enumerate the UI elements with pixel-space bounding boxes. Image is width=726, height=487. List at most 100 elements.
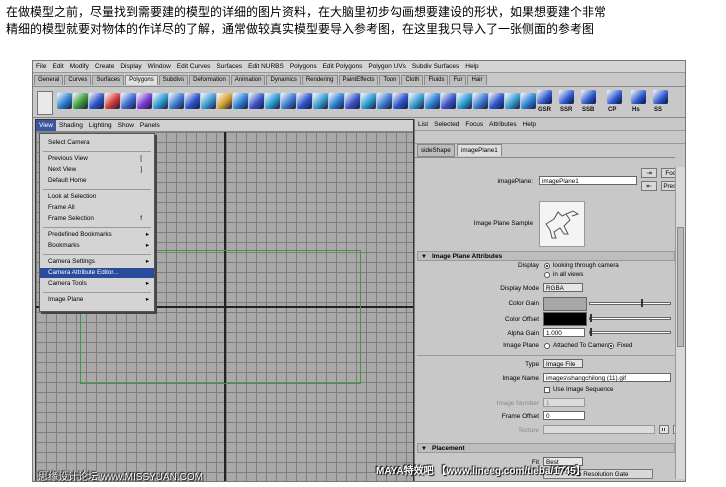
shelf-tool-icon[interactable] [297,93,312,109]
shelf-hs-icon[interactable] [631,90,646,104]
shelf-tab-animation[interactable]: Animation [230,75,266,85]
viewport-menu-lighting[interactable]: Lighting [86,120,115,131]
ae-menu-attributes[interactable]: Attributes [486,119,519,130]
shelf-menu-icon[interactable] [37,91,53,115]
shelf-tool-icon[interactable] [73,93,88,109]
section-placement[interactable]: ▼ Placement [417,443,675,453]
view-menu-item[interactable]: Camera Tools ▸ [40,279,154,289]
shelf-tool-icon[interactable] [521,93,536,109]
menu-subdiv-surfaces[interactable]: Subdiv Surfaces [409,61,462,72]
view-menu-item[interactable]: Frame All [40,203,154,213]
menu-surfaces[interactable]: Surfaces [213,61,245,72]
shelf-tool-icon[interactable] [345,93,360,109]
shelf-tab-fluids[interactable]: Fluids [424,75,449,85]
view-menu-item[interactable]: Next View] [40,165,154,175]
shelf-cp-icon[interactable] [607,90,622,104]
fixed-radio[interactable] [608,343,614,349]
menu-window[interactable]: Window [145,61,174,72]
section-image-plane-attributes[interactable]: ▼ Image Plane Attributes [417,251,675,261]
image-name-field[interactable]: images\shangchilong (11).gif [543,373,671,382]
menu-polygon-uvs[interactable]: Polygon UVs [365,61,409,72]
viewport-menu-shading[interactable]: Shading [56,120,86,131]
shelf-tool-icon[interactable] [313,93,328,109]
view-menu-item[interactable]: Predefined Bookmarks ▸ [40,230,154,240]
alpha-gain-slider[interactable] [589,331,671,334]
view-menu-item[interactable]: Look at Selection [40,192,154,202]
shelf-tab-surfaces[interactable]: Surfaces [92,75,125,85]
ae-menu-list[interactable]: List [415,119,431,130]
ae-scrollbar[interactable] [675,167,685,479]
color-offset-slider[interactable] [589,317,671,320]
shelf-tab-rendering[interactable]: Rendering [301,75,338,85]
shelf-tab-painteffects[interactable]: PaintEffects [338,75,379,85]
shelf-tool-icon[interactable] [265,93,280,109]
view-menu-item[interactable]: Image Plane ▸ [40,295,154,305]
color-offset-knob[interactable] [590,314,592,322]
view-menu-item[interactable]: Bookmarks ▸ [40,241,154,251]
menu-polygons[interactable]: Polygons [287,61,320,72]
menu-edit-curves[interactable]: Edit Curves [174,61,214,72]
frame-offset-field[interactable]: 0 [543,411,585,420]
ae-menu-focus[interactable]: Focus [462,119,486,130]
shelf-tool-icon[interactable] [185,93,200,109]
color-gain-slider[interactable] [589,302,671,305]
view-menu-item[interactable]: Camera Settings ▸ [40,257,154,267]
display-all-views-radio[interactable] [544,272,550,278]
view-menu-item[interactable]: Previous View [ [40,154,154,164]
shelf-tool-icon[interactable] [57,93,72,109]
shelf-tool-icon[interactable] [249,93,264,109]
go-to-output-icon[interactable]: ⇤ [641,181,657,191]
shelf-tool-icon[interactable] [105,93,120,109]
shelf-tool-icon[interactable] [329,93,344,109]
shelf-tool-icon[interactable] [409,93,424,109]
ae-menu-help[interactable]: Help [520,119,539,130]
shelf-tab-fur[interactable]: Fur [449,75,467,85]
viewport-menu-show[interactable]: Show [115,120,137,131]
shelf-tool-icon[interactable] [441,93,456,109]
attached-to-camera-radio[interactable] [544,343,550,349]
shelf-tool-icon[interactable] [473,93,488,109]
menu-help[interactable]: Help [462,61,481,72]
shelf-tool-icon[interactable] [457,93,472,109]
view-menu-item[interactable]: Select Camera [40,138,154,148]
display-looking-through-radio[interactable] [544,263,550,269]
imageplane-node-field[interactable]: imagePlane1 [539,176,637,185]
ae-tab-imageplane1[interactable]: imagePlane1 [457,144,502,156]
menu-modify[interactable]: Modify [67,61,92,72]
menu-display[interactable]: Display [117,61,144,72]
shelf-tool-icon[interactable] [489,93,504,109]
shelf-tab-hair[interactable]: Hair [467,75,487,85]
shelf-tool-icon[interactable] [169,93,184,109]
shelf-tool-icon[interactable] [505,93,520,109]
ae-menu-selected[interactable]: Selected [431,119,462,130]
shelf-tool-icon[interactable] [201,93,216,109]
shelf-tab-dynamics[interactable]: Dynamics [266,75,301,85]
go-to-input-icon[interactable]: ⇥ [641,168,657,178]
shelf-tab-toon[interactable]: Toon [379,75,401,85]
color-offset-swatch[interactable] [543,312,587,326]
shelf-tab-cloth[interactable]: Cloth [401,75,424,85]
menu-edit-polygons[interactable]: Edit Polygons [320,61,366,72]
shelf-tab-deformation[interactable]: Deformation [189,75,230,85]
view-menu-item[interactable]: Frame Selection f [40,214,154,224]
color-gain-swatch[interactable] [543,297,587,311]
viewport-menu-panels[interactable]: Panels [137,120,163,131]
shelf-tool-icon[interactable] [393,93,408,109]
shelf-ssr-icon[interactable] [559,90,574,104]
color-gain-knob[interactable] [641,299,643,307]
shelf-tab-general[interactable]: General [34,75,64,85]
shelf-tool-icon[interactable] [217,93,232,109]
menu-edit-nurbs[interactable]: Edit NURBS [245,61,287,72]
view-menu-item[interactable]: Camera Attribute Editor... [40,268,154,278]
menu-edit[interactable]: Edit [49,61,66,72]
shelf-tool-icon[interactable] [281,93,296,109]
texture-map-icon[interactable] [659,425,669,434]
shelf-gsr-icon[interactable] [537,90,552,104]
alpha-gain-field[interactable]: 1.000 [543,328,585,337]
shelf-tool-icon[interactable] [233,93,248,109]
shelf-tool-icon[interactable] [361,93,376,109]
shelf-tool-icon[interactable] [121,93,136,109]
shelf-ss-icon[interactable] [653,90,668,104]
ae-scroll-thumb[interactable] [677,227,684,347]
view-menu-item[interactable]: Default Home [40,176,154,186]
